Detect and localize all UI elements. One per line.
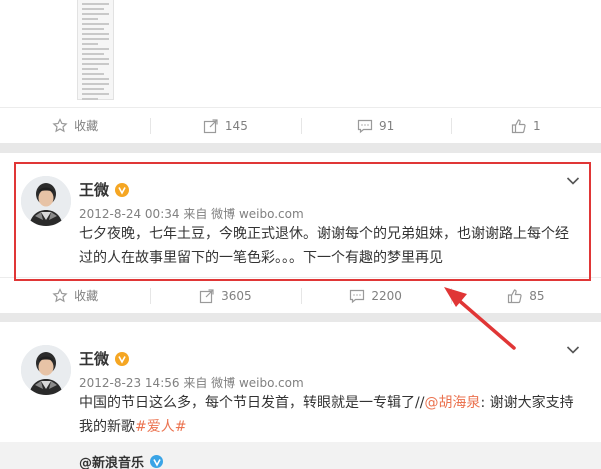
- weibo-feed: 收藏 145 91 1 王微 2012-8-24 00:34 来自 微博 wei…: [0, 0, 601, 469]
- repost-count: 3605: [221, 288, 252, 303]
- repost-button[interactable]: 145: [150, 108, 300, 143]
- comment-count: 2200: [371, 288, 402, 303]
- post-action-bar: 收藏 3605 2200 85: [0, 277, 601, 313]
- thumbs-up-icon: [511, 118, 527, 134]
- post-meta[interactable]: 2012-8-24 00:34 来自 微博 weibo.com: [79, 205, 304, 222]
- hashtag-link[interactable]: #爱人#: [135, 419, 186, 435]
- author-name[interactable]: 王微: [79, 348, 109, 369]
- star-icon: [52, 287, 68, 304]
- favorite-button[interactable]: 收藏: [0, 278, 150, 313]
- post-text-segment: 我的新歌: [79, 419, 135, 435]
- like-button[interactable]: 85: [450, 278, 601, 313]
- comment-count: 91: [378, 118, 395, 133]
- comment-button[interactable]: 91: [300, 108, 451, 143]
- document-image-thumbnail[interactable]: [77, 0, 114, 100]
- post-meta[interactable]: 2012-8-23 14:56 来自 微博 weibo.com: [79, 374, 304, 391]
- post-text-line: 过的人在故事里留下的一笔色彩。。。下一个有趣的梦里再见: [79, 250, 443, 266]
- avatar[interactable]: [21, 345, 71, 395]
- post-text: 七夕夜晚，七年土豆，今晚正式退休。谢谢每个的兄弟姐妹，也谢谢路上每个经 过的人在…: [79, 222, 584, 270]
- share-icon: [199, 288, 215, 304]
- verified-badge-icon: [115, 351, 130, 366]
- repost-author-name[interactable]: @新浪音乐: [79, 452, 144, 469]
- avatar[interactable]: [21, 176, 71, 226]
- post-text-line: 我的新歌#爱人#: [79, 415, 584, 439]
- post-text-line: 中国的节日这么多，每个节日发首，转眼就是一专辑了//@胡海泉: 谢谢大家支持: [79, 391, 584, 415]
- verified-badge-icon: [150, 455, 164, 468]
- author-name[interactable]: 王微: [79, 179, 109, 200]
- repost-author-row: @新浪音乐: [79, 452, 164, 469]
- post-text-segment: 中国的节日这么多，每个节日发首，转眼就是一专辑了//: [79, 395, 425, 411]
- comment-icon: [349, 288, 365, 304]
- verified-badge-icon: [115, 182, 130, 197]
- favorite-label: 收藏: [74, 289, 99, 303]
- chevron-down-icon[interactable]: [566, 176, 580, 186]
- repost-button[interactable]: 3605: [150, 278, 300, 313]
- comment-icon: [357, 118, 373, 134]
- favorite-label: 收藏: [74, 119, 99, 133]
- post-text: 中国的节日这么多，每个节日发首，转眼就是一专辑了//@胡海泉: 谢谢大家支持 我…: [79, 391, 584, 439]
- like-count: 85: [529, 288, 545, 303]
- post-text-line: 七夕夜晚，七年土豆，今晚正式退休。谢谢每个的兄弟姐妹，也谢谢路上每个经: [79, 226, 569, 242]
- thumbs-up-icon: [507, 288, 523, 304]
- repost-count: 145: [224, 118, 248, 133]
- like-button[interactable]: 1: [450, 108, 601, 143]
- author-row: 王微: [79, 348, 130, 369]
- mention-link[interactable]: @胡海泉: [424, 395, 480, 411]
- weibo-post-card: 收藏 145 91 1: [0, 0, 601, 143]
- comment-button[interactable]: 2200: [300, 278, 451, 313]
- chevron-down-icon[interactable]: [566, 345, 580, 355]
- author-row: 王微: [79, 179, 130, 200]
- post-text-segment: : 谢谢大家支持: [480, 395, 574, 411]
- like-count: 1: [533, 118, 541, 133]
- post-action-bar: 收藏 145 91 1: [0, 107, 601, 143]
- star-icon: [52, 117, 68, 134]
- favorite-button[interactable]: 收藏: [0, 108, 150, 143]
- share-icon: [203, 118, 219, 134]
